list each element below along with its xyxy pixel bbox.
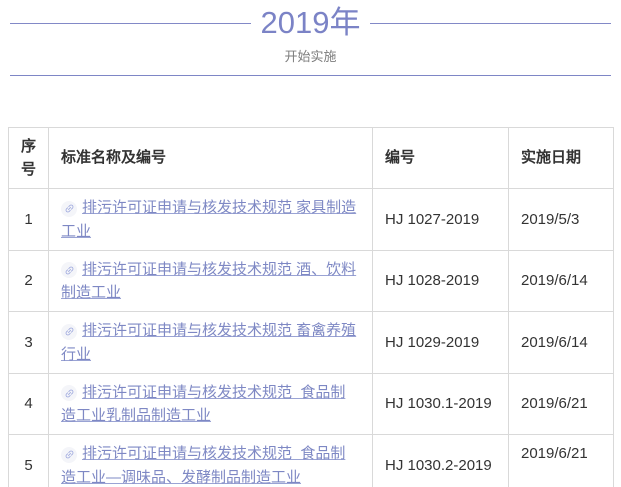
standard-link[interactable]: 排污许可证申请与核发技术规范 食品制造工业乳制品制造工业 [61,384,345,424]
standard-name-cell: 排污许可证申请与核发技术规范 食品制造工业乳制品制造工业 [49,373,373,435]
column-header-index: 序号 [9,127,49,189]
page: 2019年 开始实施 序号 标准名称及编号 编号 实施日期 1 排污许可证申请与… [0,0,621,487]
standard-link[interactable]: 排污许可证申请与核发技术规范 畜禽养殖行业 [61,322,356,362]
standard-name-cell: 排污许可证申请与核发技术规范 家具制造工业 [49,189,373,251]
implementation-date-cell: 2019/6/21 [509,373,614,435]
table-row: 1 排污许可证申请与核发技术规范 家具制造工业 HJ 1027-2019 201… [9,189,614,251]
implementation-date-cell: 2019/6/21 [509,435,614,487]
table-row: 4 排污许可证申请与核发技术规范 食品制造工业乳制品制造工业 HJ 1030.1… [9,373,614,435]
standards-table: 序号 标准名称及编号 编号 实施日期 1 排污许可证申请与核发技术规范 家具制造… [8,127,614,487]
link-icon [61,324,77,340]
row-index-cell: 1 [9,189,49,251]
table-row: 2 排污许可证申请与核发技术规范 酒、饮料制造工业 HJ 1028-2019 2… [9,250,614,312]
implementation-date-cell: 2019/5/3 [509,189,614,251]
row-index-cell: 5 [9,435,49,487]
standard-code-cell: HJ 1028-2019 [373,250,509,312]
header-divider [10,75,611,76]
standard-link-label: 排污许可证申请与核发技术规范 食品制造工业乳制品制造工业 [61,384,345,424]
table-row: 3 排污许可证申请与核发技术规范 畜禽养殖行业 HJ 1029-2019 201… [9,312,614,374]
standard-link[interactable]: 排污许可证申请与核发技术规范 家具制造工业 [61,199,356,239]
row-index-cell: 4 [9,373,49,435]
year-header: 2019年 开始实施 [0,0,621,76]
column-header-name: 标准名称及编号 [49,127,373,189]
link-icon [61,447,77,463]
table-header-row: 序号 标准名称及编号 编号 实施日期 [9,127,614,189]
implementation-date-cell: 2019/6/14 [509,312,614,374]
page-title: 2019年 [251,4,371,43]
standard-link-label: 排污许可证申请与核发技术规范 食品制造工业—调味品、发酵制品制造工业 [61,445,345,485]
standard-link-label: 排污许可证申请与核发技术规范 畜禽养殖行业 [61,322,356,362]
standard-code-cell: HJ 1030.2-2019 [373,435,509,487]
title-row: 2019年 [10,4,611,43]
standard-code-cell: HJ 1027-2019 [373,189,509,251]
standard-link-label: 排污许可证申请与核发技术规范 家具制造工业 [61,199,356,239]
column-header-code: 编号 [373,127,509,189]
table-row: 5 排污许可证申请与核发技术规范 食品制造工业—调味品、发酵制品制造工业 HJ … [9,435,614,487]
row-index-cell: 3 [9,312,49,374]
standard-code-cell: HJ 1029-2019 [373,312,509,374]
standard-name-cell: 排污许可证申请与核发技术规范 畜禽养殖行业 [49,312,373,374]
standard-name-cell: 排污许可证申请与核发技术规范 酒、饮料制造工业 [49,250,373,312]
row-index-cell: 2 [9,250,49,312]
title-rule-left [10,23,251,24]
standard-link-label: 排污许可证申请与核发技术规范 酒、饮料制造工业 [61,261,356,301]
title-rule-right [370,23,611,24]
page-subtitle: 开始实施 [0,46,621,65]
standard-link[interactable]: 排污许可证申请与核发技术规范 酒、饮料制造工业 [61,261,356,301]
column-header-date: 实施日期 [509,127,614,189]
link-icon [61,385,77,401]
link-icon [61,201,77,217]
standard-name-cell: 排污许可证申请与核发技术规范 食品制造工业—调味品、发酵制品制造工业 [49,435,373,487]
implementation-date-cell: 2019/6/14 [509,250,614,312]
link-icon [61,262,77,278]
standard-code-cell: HJ 1030.1-2019 [373,373,509,435]
standard-link[interactable]: 排污许可证申请与核发技术规范 食品制造工业—调味品、发酵制品制造工业 [61,445,345,485]
